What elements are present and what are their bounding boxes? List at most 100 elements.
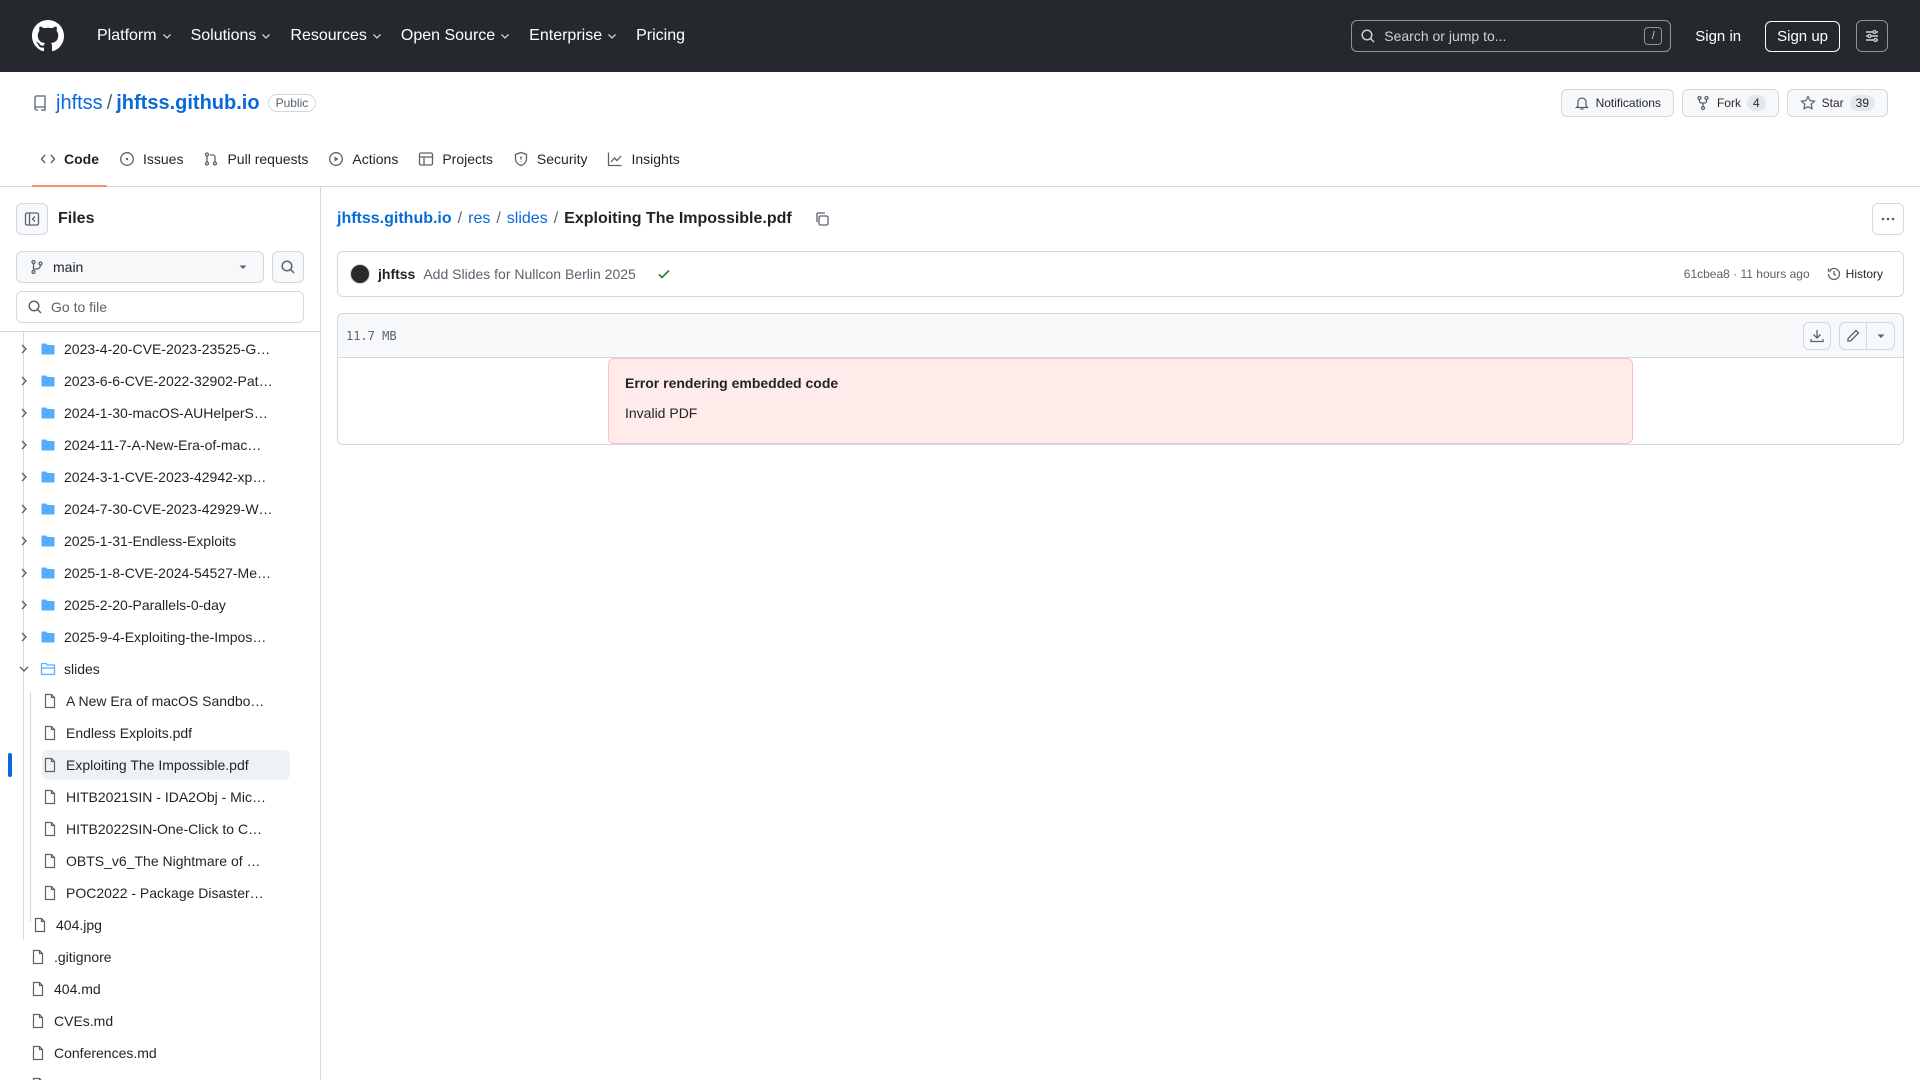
go-to-file-placeholder: Go to file: [51, 299, 108, 315]
fork-icon: [1697, 95, 1709, 111]
tab-issues-label: Issues: [143, 151, 184, 167]
check-icon[interactable]: [656, 266, 672, 282]
nav-enterprise[interactable]: Enterprise: [520, 21, 627, 51]
tree-item-label: Conferences.md: [54, 1045, 157, 1061]
chevron-right-icon: [21, 504, 27, 514]
repo-owner-link[interactable]: jhftss: [56, 92, 103, 115]
tree-file-item[interactable]: A New Era of macOS Sandbo…: [42, 686, 290, 716]
sliders-icon: [1866, 29, 1878, 43]
github-logo-icon[interactable]: [32, 20, 64, 52]
star-count: 39: [1849, 95, 1875, 111]
edit-file-button[interactable]: [1839, 321, 1867, 350]
chevron-right-icon: [21, 632, 27, 642]
fork-button[interactable]: Fork 4: [1681, 89, 1779, 117]
tree-folder-item[interactable]: 2025-1-31-Endless-Exploits: [16, 526, 290, 556]
breadcrumb-slides-link[interactable]: slides: [507, 210, 548, 228]
chevron-down-icon: [162, 34, 171, 39]
tree-file-item[interactable]: HITB2021SIN - IDA2Obj - Mic…: [42, 782, 290, 812]
nav-platform[interactable]: Platform: [88, 21, 182, 51]
selected-indicator: [8, 753, 12, 777]
breadcrumb-current-file: Exploiting The Impossible.pdf: [564, 210, 792, 227]
nav-pricing[interactable]: Pricing: [627, 21, 694, 51]
tab-code-label: Code: [64, 151, 99, 167]
nav-solutions[interactable]: Solutions: [182, 21, 282, 51]
go-to-file-input[interactable]: Go to file: [16, 291, 304, 323]
tab-security[interactable]: Security: [505, 134, 596, 186]
folder-icon: [41, 439, 55, 451]
tab-code[interactable]: Code: [32, 134, 107, 187]
tree-file-item[interactable]: README.md: [30, 1070, 290, 1080]
tree-file-item[interactable]: Endless Exploits.pdf: [42, 718, 290, 748]
repo-header: jhftss / jhftss.github.io Public Notific…: [0, 72, 1920, 187]
commit-message-link[interactable]: Add Slides for Nullcon Berlin 2025: [423, 266, 635, 282]
sign-in-link[interactable]: Sign in: [1679, 28, 1757, 45]
avatar[interactable]: [350, 264, 370, 284]
search-files-button[interactable]: [272, 251, 304, 283]
download-button[interactable]: [1803, 321, 1831, 350]
file-icon: [44, 885, 56, 901]
nav-resources[interactable]: Resources: [281, 21, 391, 51]
nav-open-source[interactable]: Open Source: [392, 21, 520, 51]
file-icon: [32, 1013, 44, 1029]
folder-icon: [41, 343, 55, 355]
download-icon: [1810, 329, 1824, 342]
nav-solutions-label: Solutions: [190, 27, 257, 44]
commit-author-link[interactable]: jhftss: [378, 266, 415, 282]
more-options-button[interactable]: [1872, 203, 1904, 235]
search-shortcut-key: /: [1644, 27, 1663, 45]
tree-folder-item[interactable]: slides: [16, 654, 290, 684]
tree-file-item[interactable]: Conferences.md: [30, 1038, 290, 1068]
tab-projects[interactable]: Projects: [410, 134, 501, 186]
breadcrumb-separator: /: [553, 210, 559, 227]
tree-folder-item[interactable]: 2025-1-8-CVE-2024-54527-Me…: [16, 558, 290, 588]
tab-insights[interactable]: Insights: [599, 134, 687, 186]
menu-button[interactable]: [1856, 20, 1888, 52]
tab-actions[interactable]: Actions: [320, 134, 406, 186]
repo-name-link[interactable]: jhftss.github.io: [116, 92, 259, 115]
tree-folder-item[interactable]: 2025-9-4-Exploiting-the-Impos…: [16, 622, 290, 652]
caret-down-icon: [239, 265, 247, 269]
file-icon: [44, 821, 56, 837]
file-tree-sidebar: Files main Go to file 2023-4-20-CVE-2023…: [0, 187, 321, 1080]
notifications-button[interactable]: Notifications: [1560, 89, 1674, 117]
tree-file-item[interactable]: HITB2022SIN-One-Click to C…: [42, 814, 290, 844]
tree-file-item[interactable]: 404.md: [30, 974, 290, 1004]
breadcrumb-repo-link[interactable]: jhftss.github.io: [337, 210, 452, 228]
sign-up-button[interactable]: Sign up: [1765, 20, 1840, 52]
global-search-input[interactable]: Search or jump to... /: [1351, 20, 1672, 52]
tree-item-label: Endless Exploits.pdf: [66, 725, 193, 741]
folder-icon: [41, 375, 55, 387]
latest-commit-bar: jhftss Add Slides for Nullcon Berlin 202…: [337, 251, 1904, 297]
star-button[interactable]: Star 39: [1786, 89, 1888, 117]
tree-file-item[interactable]: CVEs.md: [30, 1006, 290, 1036]
collapse-sidebar-button[interactable]: [16, 203, 48, 235]
tree-file-item[interactable]: POC2022 - Package Disaster…: [42, 878, 290, 908]
tree-item-label: 2024-7-30-CVE-2023-42929-W…: [64, 501, 273, 517]
chevron-down-icon: [262, 34, 271, 39]
edit-dropdown-button[interactable]: [1867, 321, 1895, 350]
tab-pull-requests[interactable]: Pull requests: [195, 134, 316, 186]
tab-actions-label: Actions: [352, 151, 399, 167]
tree-folder-item[interactable]: 2024-11-7-A-New-Era-of-mac…: [16, 430, 290, 460]
commit-hash-time[interactable]: 61cbea8 · 11 hours ago: [1684, 267, 1810, 281]
tree-folder-item[interactable]: 2024-3-1-CVE-2023-42942-xp…: [16, 462, 290, 492]
copy-icon[interactable]: [814, 211, 830, 227]
folder-icon: [41, 567, 55, 579]
tab-insights-label: Insights: [631, 151, 680, 167]
tree-file-item[interactable]: 404.jpg: [16, 910, 290, 940]
issue-opened-icon: [120, 152, 134, 166]
branch-select[interactable]: main: [16, 251, 264, 283]
tree-file-item[interactable]: OBTS_v6_The Nightmare of …: [42, 846, 290, 876]
tree-folder-item[interactable]: 2024-7-30-CVE-2023-42929-W…: [16, 494, 290, 524]
tree-file-item[interactable]: Exploiting The Impossible.pdf: [42, 750, 290, 780]
tree-folder-item[interactable]: 2023-6-6-CVE-2022-32902-Pat…: [16, 366, 290, 396]
tree-folder-item[interactable]: 2023-4-20-CVE-2023-23525-G…: [16, 334, 290, 364]
tree-folder-item[interactable]: 2025-2-20-Parallels-0-day: [16, 590, 290, 620]
history-button[interactable]: History: [1818, 262, 1891, 286]
tree-file-item[interactable]: .gitignore: [30, 942, 290, 972]
tree-folder-item[interactable]: 2024-1-30-macOS-AUHelperS…: [16, 398, 290, 428]
search-icon: [281, 260, 295, 274]
chevron-right-icon: [21, 440, 27, 450]
tab-issues[interactable]: Issues: [111, 134, 191, 186]
breadcrumb-res-link[interactable]: res: [468, 210, 490, 228]
